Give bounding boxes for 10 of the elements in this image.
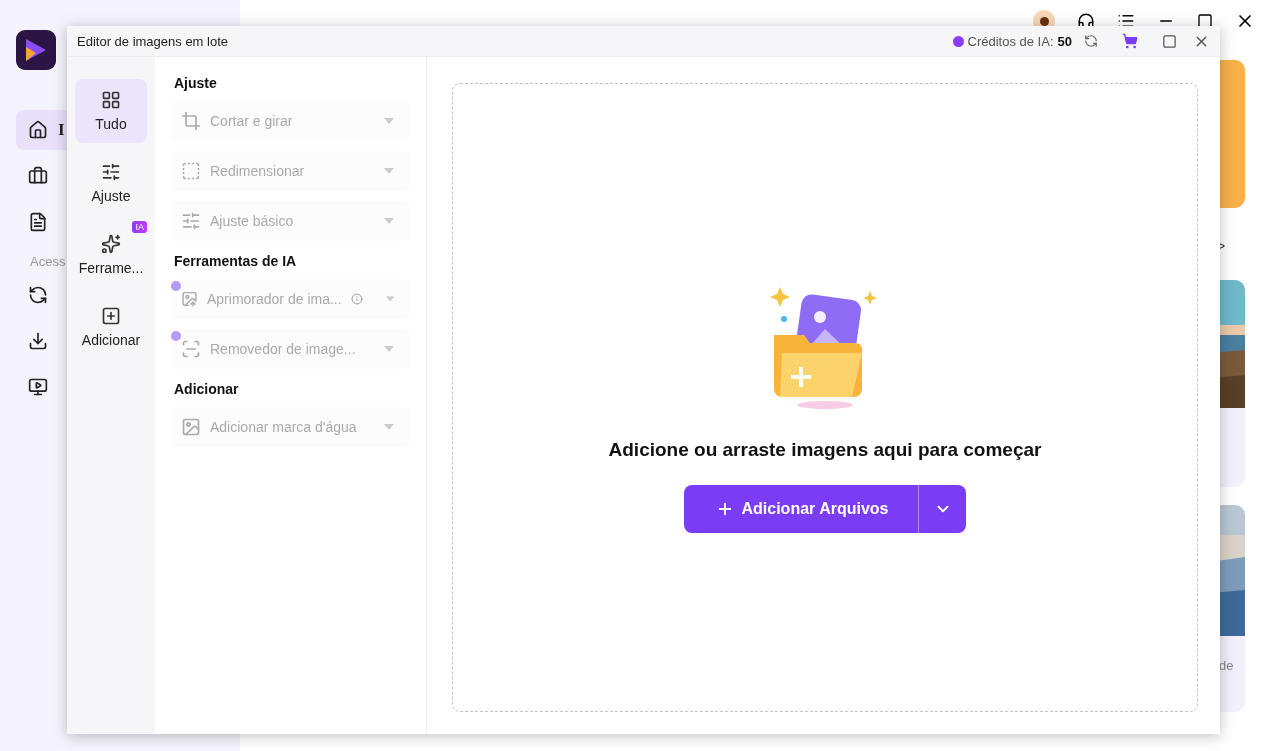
- drop-message: Adicione ou arraste imagens aqui para começar: [608, 438, 1042, 461]
- section-heading: Ajuste: [174, 75, 218, 91]
- section-heading: Ferramentas de IA: [174, 253, 298, 269]
- section-label: Acess: [30, 254, 66, 269]
- ai-badge: IA: [132, 221, 147, 233]
- section-heading: Adicionar: [174, 381, 240, 397]
- credits-value: 50: [1057, 33, 1072, 49]
- card-caption: de: [1219, 658, 1235, 673]
- window-title: Editor de imagens em lote: [77, 33, 230, 49]
- credits-label: Créditos de IA:: [967, 33, 1054, 49]
